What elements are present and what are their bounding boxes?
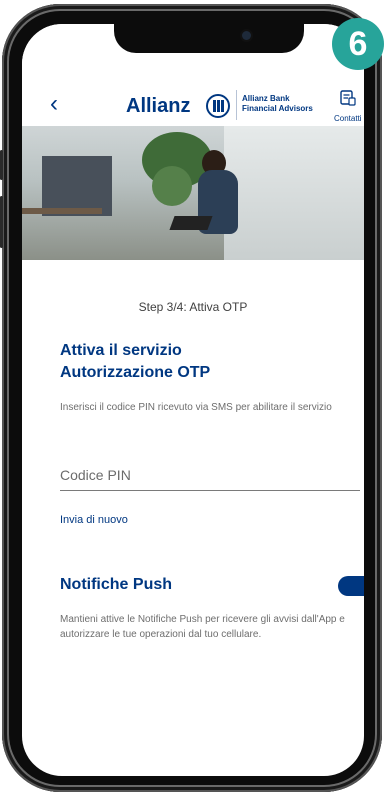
hero-window xyxy=(224,126,364,260)
app-screen: ‹ Allianz Allianz Bank Financial Advisor… xyxy=(22,24,364,776)
brand-divider xyxy=(236,90,237,120)
brand-subtitle: Allianz Bank Financial Advisors xyxy=(242,94,313,114)
phone-volume-button xyxy=(0,196,3,248)
brand-subtitle-line1: Allianz Bank xyxy=(242,94,290,103)
hero-shelf xyxy=(42,156,112,216)
instructions-text: Inserisci il codice PIN ricevuto via SMS… xyxy=(60,402,332,413)
push-notifications-title: Notifiche Push xyxy=(60,576,173,593)
phone-frame: ‹ Allianz Allianz Bank Financial Advisor… xyxy=(2,4,382,792)
hero-table xyxy=(22,208,102,214)
brand-subtitle-line2: Financial Advisors xyxy=(242,104,313,113)
chevron-left-icon[interactable]: ‹ xyxy=(50,92,58,116)
hero-photo xyxy=(22,126,364,260)
camera-icon xyxy=(242,31,251,40)
phone-notch xyxy=(114,23,304,53)
page-title-line2: Autorizzazione OTP xyxy=(60,364,211,381)
pin-code-input[interactable] xyxy=(60,460,360,491)
resend-link[interactable]: Invia di nuovo xyxy=(60,514,128,526)
brand-name: Allianz xyxy=(126,95,191,117)
step-indicator: Step 3/4: Attiva OTP xyxy=(138,300,248,314)
contact-card-icon[interactable] xyxy=(340,90,356,106)
phone-volume-button xyxy=(0,150,3,180)
push-notifications-toggle[interactable] xyxy=(338,576,364,596)
push-notifications-description: Mantieni attive le Notifiche Push per ri… xyxy=(60,614,345,640)
hero-plant-2 xyxy=(152,166,192,206)
hero-laptop xyxy=(169,216,213,230)
allianz-logo-icon xyxy=(206,94,230,118)
contact-label[interactable]: Contatti xyxy=(334,114,362,123)
page-title-line1: Attiva il servizio xyxy=(60,342,182,359)
page-title: Attiva il servizio Autorizzazione OTP xyxy=(60,340,210,384)
step-number-badge: 6 xyxy=(332,18,384,70)
